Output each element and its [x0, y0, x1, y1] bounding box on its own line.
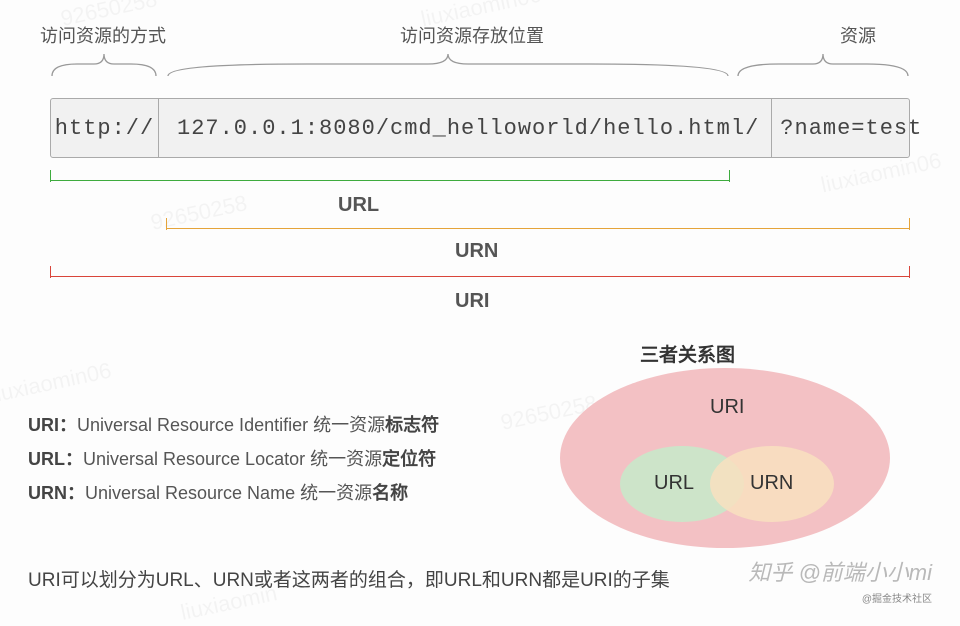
url-part-scheme: http:// [51, 99, 159, 157]
credit-author: 知乎 @前端小小mi [748, 555, 932, 587]
annotation-resource: 资源 [840, 22, 876, 48]
url-decomposition-box: http:// 127.0.0.1:8080/cmd_helloworld/he… [50, 98, 910, 158]
watermark: liuxiaomin06 [0, 358, 114, 409]
term-urn: URN： [28, 483, 85, 503]
definition-uri: URI：Universal Resource Identifier 统一资源标志… [28, 408, 439, 442]
range-urn [166, 228, 910, 246]
def-url-body: Universal Resource Locator 统一资源 [83, 449, 382, 469]
range-url [50, 180, 730, 198]
venn-title: 三者关系图 [640, 340, 735, 367]
brace-location [166, 52, 730, 78]
term-url: URL： [28, 449, 83, 469]
summary-text: URI可以划分为URL、URN或者这两者的组合，即URL和URN都是URI的子集 [28, 565, 670, 592]
url-part-path: 127.0.0.1:8080/cmd_helloworld/hello.html… [159, 99, 772, 157]
def-uri-bold: 标志符 [385, 415, 439, 435]
term-uri: URI： [28, 415, 77, 435]
range-urn-label: URN [455, 240, 498, 263]
venn-label-url: URL [654, 472, 694, 495]
def-urn-body: Universal Resource Name 统一资源 [85, 483, 372, 503]
def-uri-body: Universal Resource Identifier 统一资源 [77, 415, 385, 435]
range-uri-label: URI [455, 290, 489, 313]
venn-label-urn: URN [750, 472, 793, 495]
definitions-list: URI：Universal Resource Identifier 统一资源标志… [28, 408, 439, 510]
brace-scheme [50, 52, 158, 78]
range-url-label: URL [338, 194, 379, 217]
annotation-scheme: 访问资源的方式 [40, 22, 166, 48]
definition-urn: URN：Universal Resource Name 统一资源名称 [28, 476, 439, 510]
url-part-query: ?name=test [772, 99, 934, 157]
annotation-location: 访问资源存放位置 [400, 22, 544, 48]
venn-diagram: URI URL URN [560, 368, 890, 548]
brace-resource [736, 52, 910, 78]
def-urn-bold: 名称 [372, 483, 408, 503]
credit-community: @掘金技术社区 [862, 590, 932, 605]
def-url-bold: 定位符 [382, 449, 436, 469]
definition-url: URL：Universal Resource Locator 统一资源定位符 [28, 442, 439, 476]
venn-label-uri: URI [710, 396, 744, 419]
